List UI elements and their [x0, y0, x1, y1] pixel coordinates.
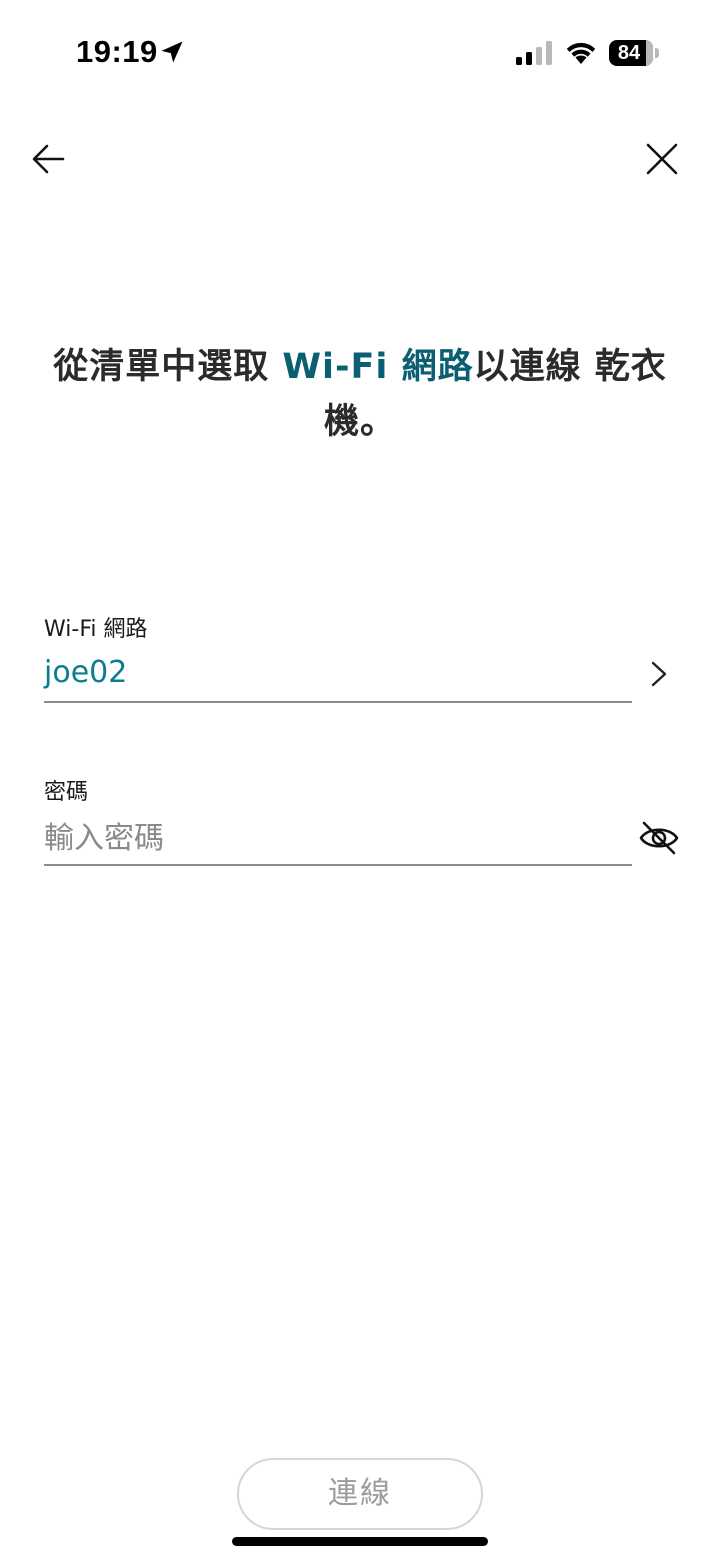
status-time: 19:19 [76, 34, 158, 69]
title-text-start: 從清單中選取 [53, 347, 283, 387]
wifi-icon [566, 42, 596, 64]
arrow-left-icon [32, 144, 65, 174]
battery-level: 84 [617, 42, 641, 64]
wifi-network-label: Wi-Fi 網路 [44, 617, 148, 642]
close-button[interactable] [640, 137, 684, 181]
wifi-field-underline [44, 701, 632, 703]
connect-button[interactable]: 連線 [237, 1458, 483, 1530]
close-icon [646, 143, 678, 175]
home-indicator [232, 1537, 488, 1546]
password-label: 密碼 [44, 780, 89, 805]
wifi-network-value[interactable]: joe02 [44, 655, 624, 690]
cellular-signal-icon [516, 41, 552, 65]
back-button[interactable] [27, 137, 71, 181]
title-accent: Wi-Fi 網路 [282, 347, 474, 387]
password-input[interactable] [44, 816, 624, 860]
location-arrow-icon [161, 41, 183, 63]
battery-icon: 84 [609, 40, 659, 66]
password-field-underline [44, 864, 632, 866]
page-title: 從清單中選取 Wi-Fi 網路以連線 乾衣機。 [40, 340, 680, 450]
eye-slash-icon[interactable] [638, 818, 680, 858]
chevron-right-icon[interactable] [645, 658, 673, 690]
